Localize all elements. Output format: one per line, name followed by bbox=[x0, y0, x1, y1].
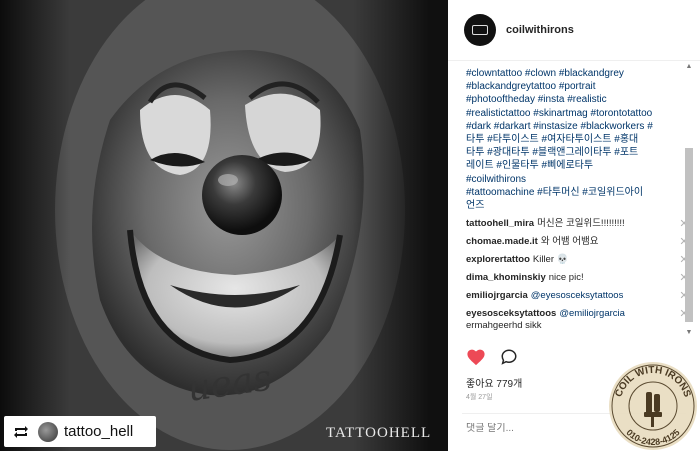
comment-row: tattoohell_mira 머신은 코일위드!!!!!!!!! ✕ bbox=[448, 218, 700, 236]
comment-row: dima_khominskiy nice pic! ✕ bbox=[448, 272, 700, 290]
post-date: 4월 27일 bbox=[466, 394, 493, 401]
post-username[interactable]: coilwithirons bbox=[506, 24, 574, 36]
comment-mention[interactable]: @eyesosceksytattoos bbox=[531, 290, 624, 301]
coil-with-irons-stamp: COIL WITH IRONS 010-2428-4125 bbox=[609, 362, 697, 450]
caption-line[interactable]: 언즈 bbox=[466, 199, 668, 212]
photo-watermark: TATTOOHELL bbox=[326, 425, 432, 441]
photo-shadow-left bbox=[0, 0, 70, 451]
repost-avatar bbox=[38, 421, 58, 442]
instagram-post-window: ueas TATTOOHELL tattoo_hell coilwithiron… bbox=[0, 0, 700, 451]
comment-mention[interactable]: @emiliojrgarcia bbox=[559, 308, 625, 319]
caption-line[interactable]: #coilwithirons bbox=[466, 173, 668, 186]
comment-row: eyesosceksytattoos @emiliojrgarcia ermahge… bbox=[448, 308, 700, 336]
post-caption: #clowntattoo #clown #blackandgrey #black… bbox=[448, 61, 684, 212]
scroll-up-arrow-icon[interactable]: ▲ bbox=[684, 62, 694, 72]
comment-author[interactable]: eyesosceksytattoos bbox=[466, 308, 556, 319]
repost-badge[interactable]: tattoo_hell bbox=[4, 416, 156, 447]
scroll-down-arrow-icon[interactable]: ▼ bbox=[684, 328, 694, 338]
caption-line[interactable]: 레이트 #인물타투 #삐에로타투 bbox=[466, 159, 668, 172]
post-header: coilwithirons bbox=[448, 0, 700, 61]
comment-text: Killer 💀 bbox=[532, 254, 569, 266]
caption-line[interactable]: 타투 #타투이스트 #여자타투이스트 #홍대 bbox=[466, 133, 668, 146]
comment-author[interactable]: explorertattoo bbox=[466, 254, 530, 265]
comment-text: 머신은 코일위드!!!!!!!!! bbox=[537, 218, 625, 230]
comment-text: 와 어뱀 어뱀요 bbox=[540, 236, 599, 248]
comment-author[interactable]: emiliojrgarcia bbox=[466, 290, 528, 301]
caption-line[interactable]: #dark #darkart #instasize #blackworkers … bbox=[466, 120, 668, 133]
caption-line[interactable]: #realistictattoo #skinartmag #torontotat… bbox=[466, 107, 668, 120]
caption-line[interactable]: #tattoomachine #타투머신 #코일위드아이 bbox=[466, 186, 668, 199]
photo-shadow-right bbox=[353, 0, 448, 451]
comments-scrollbar[interactable]: ▲ ▼ bbox=[684, 62, 694, 338]
repost-icon bbox=[10, 424, 32, 440]
comment-author[interactable]: dima_khominskiy bbox=[466, 272, 546, 283]
comment-bubble-icon[interactable] bbox=[500, 348, 518, 371]
comment-row: emiliojrgarcia @eyesosceksytattoos ✕ bbox=[448, 290, 700, 308]
scrollbar-thumb[interactable] bbox=[685, 148, 693, 322]
profile-avatar[interactable] bbox=[464, 14, 496, 46]
caption-line[interactable]: #clowntattoo #clown #blackandgrey bbox=[466, 67, 668, 80]
comment-author[interactable]: tattoohell_mira bbox=[466, 218, 534, 229]
post-actions bbox=[466, 348, 518, 371]
post-photo: ueas TATTOOHELL tattoo_hell bbox=[0, 0, 448, 451]
comment-text: nice pic! bbox=[548, 272, 584, 284]
caption-line[interactable]: #photooftheday #insta #realistic bbox=[466, 93, 668, 106]
heart-icon[interactable] bbox=[466, 348, 486, 371]
comment-author[interactable]: chomae.made.it bbox=[466, 236, 538, 247]
comment-row: chomae.made.it 와 어뱀 어뱀요 ✕ bbox=[448, 236, 700, 254]
caption-line[interactable]: #blackandgreytattoo #portrait bbox=[466, 80, 668, 93]
repost-handle: tattoo_hell bbox=[64, 423, 134, 440]
comments-list: #clowntattoo #clown #blackandgrey #black… bbox=[448, 61, 700, 340]
caption-line[interactable]: 타투 #광대타투 #블랙앤그레이타투 #포트 bbox=[466, 146, 668, 159]
comment-row: explorertattoo Killer 💀 ✕ bbox=[448, 254, 700, 272]
comment-text: ermahgeerhd sikk bbox=[466, 320, 542, 332]
like-count[interactable]: 좋아요 779개 bbox=[466, 375, 522, 390]
